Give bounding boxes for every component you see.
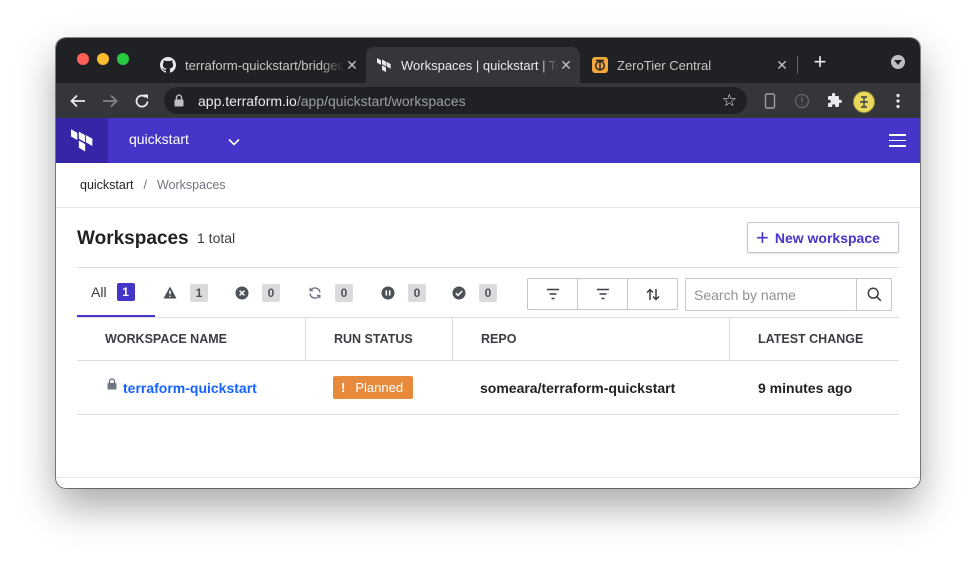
browser-tab-zerotier[interactable]: ZeroTier Central ✕ [592,47,792,83]
breadcrumb-current: Workspaces [156,178,226,192]
new-workspace-button[interactable]: + New workspace [747,222,899,253]
column-header-latest-change: LATEST CHANGE [729,318,899,360]
minimize-window-button[interactable] [97,53,109,65]
app-header: quickstart [56,118,920,163]
workspaces-table: WORKSPACE NAME RUN STATUS REPO LATEST CH… [77,317,899,415]
back-icon[interactable] [66,89,90,113]
table-header: WORKSPACE NAME RUN STATUS REPO LATEST CH… [77,317,899,361]
status-label: Planned [355,380,404,395]
browser-tab-github[interactable]: terraform-quickstart/bridgecrew ✕ [160,47,366,83]
column-header-repo: REPO [452,318,730,360]
filter-sort-buttons [527,278,678,310]
filter-count-badge: 0 [262,283,280,302]
filter-tab-applied[interactable]: 0 [452,268,497,317]
breadcrumb-separator: / [143,178,147,192]
info-extension-icon[interactable] [790,89,814,113]
paused-icon [381,286,395,300]
search-icon[interactable] [856,279,891,310]
plus-icon: + [756,224,769,250]
filter-count-badge: 1 [190,283,208,302]
browser-window: terraform-quickstart/bridgecrew ✕ Worksp… [56,38,920,488]
device-icon[interactable] [758,89,782,113]
run-status-cell: ! Planned [333,361,414,414]
terraform-icon [376,57,392,73]
close-window-button[interactable] [77,53,89,65]
new-workspace-label: New workspace [774,229,880,246]
extensions-puzzle-icon[interactable] [822,89,846,113]
tab-title: terraform-quickstart/bridgecrew [185,57,344,73]
close-tab-icon[interactable]: ✕ [558,57,574,74]
latest-change-cell: 9 minutes ago [758,379,853,396]
tab-title: ZeroTier Central [617,57,712,73]
alert-icon: ! [341,380,346,395]
filter-tab-on-hold[interactable]: 0 [381,268,426,317]
tab-title: Workspaces | quickstart | Terraform [401,57,558,73]
workspace-name-cell: terraform-quickstart [107,361,257,414]
filter-tab-label: All [91,283,107,300]
reload-icon[interactable] [130,89,154,113]
filter-tab-errored[interactable]: 0 [235,268,280,317]
lock-icon[interactable] [174,94,184,112]
zoom-window-button[interactable] [117,53,129,65]
column-header-run-status: RUN STATUS [305,318,453,360]
new-tab-button[interactable]: + [808,51,832,75]
filter-count-badge: 1 [116,282,135,301]
zerotier-icon [592,57,608,73]
status-filter-bar: All 1 1 0 0 0 0 Search by name [77,267,899,318]
filter-icon[interactable] [578,279,628,309]
org-switcher[interactable]: quickstart [129,131,189,147]
divider [56,207,920,208]
status-badge[interactable]: ! Planned [333,376,414,399]
filter-tab-all[interactable]: All 1 [77,268,155,318]
browser-toolbar: app.terraform.io/app/quickstart/workspac… [56,83,920,118]
lock-icon [107,377,117,393]
url-text: app.terraform.io/app/quickstart/workspac… [198,93,466,109]
error-icon [235,286,249,300]
browser-tab-workspaces[interactable]: Workspaces | quickstart | Terraform ✕ [366,47,580,83]
browser-menu-icon[interactable] [886,89,910,113]
divider [56,477,920,478]
running-icon [308,286,322,300]
breadcrumb-org-link[interactable]: quickstart [80,178,134,192]
sort-icon[interactable] [628,279,677,309]
workspace-total: 1 total [197,230,236,246]
close-tab-icon[interactable]: ✕ [344,57,360,74]
workspace-link[interactable]: terraform-quickstart [123,380,257,396]
tab-strip: terraform-quickstart/bridgecrew ✕ Worksp… [56,38,920,83]
bookmark-star-icon[interactable]: ☆ [722,92,737,109]
url-host: app.terraform.io [198,93,297,109]
url-path: /app/quickstart/workspaces [296,93,466,109]
profile-avatar[interactable] [853,91,875,113]
repo-cell: someara/terraform-quickstart [480,379,676,396]
hamburger-menu-icon[interactable] [889,134,906,147]
table-row[interactable]: terraform-quickstart ! Planned someara/t… [77,361,899,415]
filter-icon[interactable] [528,279,578,309]
column-header-name: WORKSPACE NAME [105,332,227,346]
breadcrumb: quickstart / Workspaces [80,178,226,192]
filter-tab-running[interactable]: 0 [308,268,353,317]
close-tab-icon[interactable]: ✕ [774,57,790,74]
github-icon [160,57,176,73]
workspace-search [685,278,892,311]
chevron-down-icon[interactable] [228,133,240,151]
filter-count-badge: 0 [479,283,497,302]
warning-icon [163,286,177,299]
filter-count-badge: 0 [335,283,353,302]
filter-tab-needs-attention[interactable]: 1 [163,268,208,317]
search-input[interactable] [686,279,856,310]
tab-separator [797,56,798,74]
page-title: Workspaces [77,228,189,249]
address-bar[interactable]: app.terraform.io/app/quickstart/workspac… [164,87,747,114]
success-icon [452,286,466,300]
forward-icon[interactable] [98,89,122,113]
tab-search-icon[interactable] [891,55,905,69]
terraform-logo[interactable] [56,118,108,163]
filter-count-badge: 0 [408,283,426,302]
